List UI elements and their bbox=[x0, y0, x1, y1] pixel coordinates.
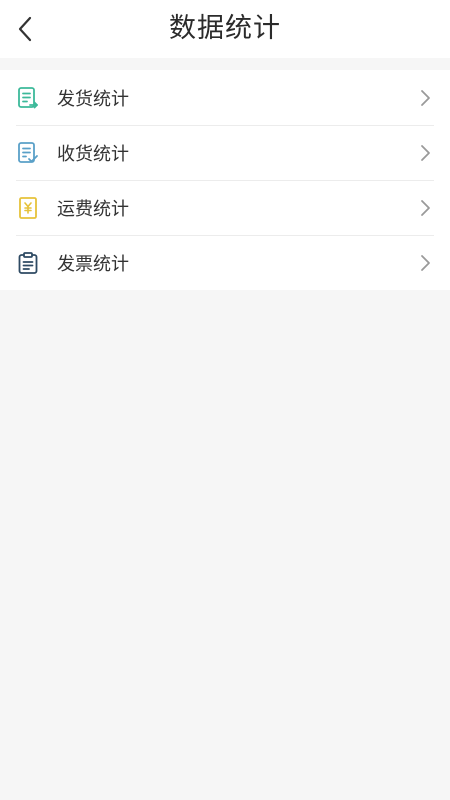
receipt-check-icon bbox=[16, 141, 40, 165]
menu-item-invoice-stats[interactable]: 发票统计 bbox=[0, 235, 450, 290]
menu-item-label: 发货统计 bbox=[57, 88, 129, 110]
chevron-right-icon bbox=[418, 144, 432, 162]
chevron-left-icon bbox=[18, 16, 32, 42]
nav-bar: 数据统计 bbox=[0, 0, 450, 58]
chevron-right-icon bbox=[418, 199, 432, 217]
chevron-right-icon bbox=[418, 89, 432, 107]
section-gap bbox=[0, 58, 450, 70]
menu-item-shipment-stats[interactable]: 发货统计 bbox=[0, 70, 450, 125]
stats-menu: 发货统计 收货统计 运费统计 发票统计 bbox=[0, 70, 450, 290]
menu-item-label: 运费统计 bbox=[57, 198, 129, 220]
page-title: 数据统计 bbox=[169, 13, 281, 44]
app-root: 数据统计 发货统计 收货统计 运费统计 发票统计 bbox=[0, 0, 450, 800]
menu-item-receipt-stats[interactable]: 收货统计 bbox=[0, 125, 450, 180]
menu-item-label: 发票统计 bbox=[57, 253, 129, 275]
chevron-right-icon bbox=[418, 254, 432, 272]
menu-item-label: 收货统计 bbox=[57, 143, 129, 165]
menu-item-freight-stats[interactable]: 运费统计 bbox=[0, 180, 450, 235]
yuan-receipt-icon bbox=[16, 196, 40, 220]
back-button[interactable] bbox=[6, 7, 46, 51]
shipment-list-icon bbox=[16, 86, 40, 110]
clipboard-icon bbox=[16, 251, 40, 275]
